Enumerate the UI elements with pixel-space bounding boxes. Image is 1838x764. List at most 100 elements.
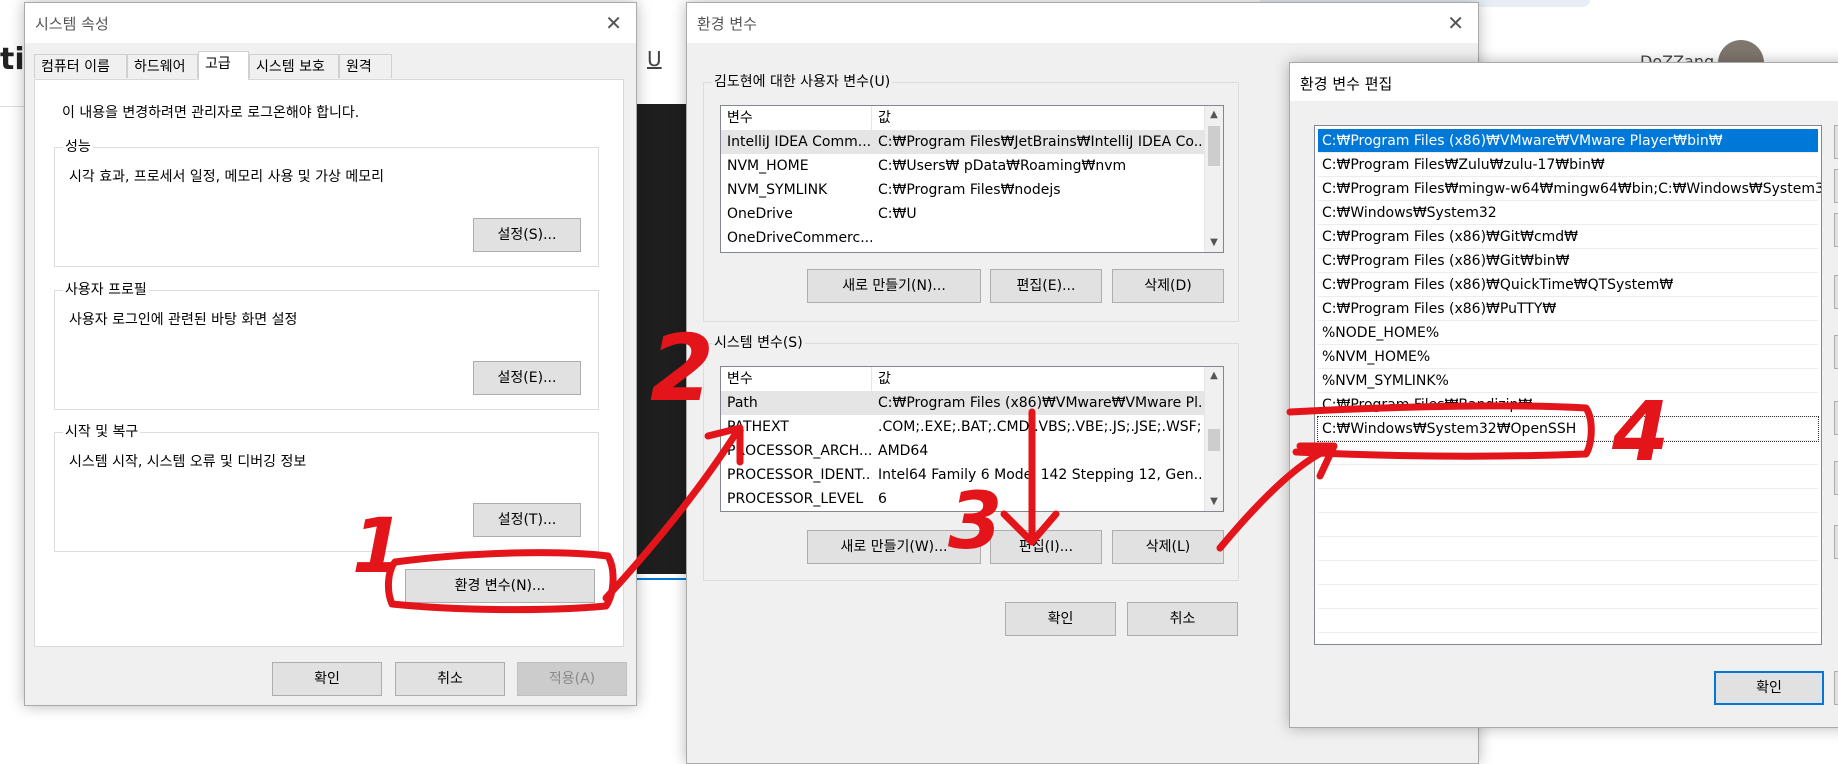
user-delete-button[interactable]: 삭제(D) — [1112, 269, 1224, 303]
tab-hardware[interactable]: 하드웨어 — [127, 54, 198, 78]
scroll-thumb[interactable] — [1208, 429, 1220, 451]
system-variables-label: 시스템 변수(S) — [712, 334, 805, 352]
variable-name: OneDrive — [727, 206, 793, 222]
scroll-up-icon[interactable]: ▲ — [1205, 367, 1223, 385]
list-item[interactable]: C:₩Program Files (x86)₩PuTTY₩ — [1318, 297, 1818, 321]
tab-panel: 이 내용을 변경하려면 관리자로 로그온해야 합니다. 성능 시각 효과, 프로… — [34, 79, 624, 647]
list-item-empty[interactable] — [1318, 513, 1818, 537]
system-variables-list[interactable]: 변수 값 Path C:₩Program Files (x86)₩VMware₩… — [720, 366, 1224, 512]
tab-system-protection[interactable]: 시스템 보호 — [249, 54, 339, 78]
environment-variables-button[interactable]: 환경 변수(N)... — [405, 569, 595, 603]
system-properties-apply-button[interactable]: 적용(A) — [517, 662, 627, 696]
list-item[interactable]: C:₩Program Files (x86)₩VMware₩VMware Pla… — [1318, 129, 1818, 153]
variable-name: PROCESSOR_LEVEL — [727, 491, 864, 507]
user-edit-button[interactable]: 편집(E)... — [990, 269, 1102, 303]
user-list-scrollbar[interactable]: ▲ ▼ — [1204, 106, 1223, 252]
list-item-empty[interactable] — [1318, 585, 1818, 609]
scroll-down-icon[interactable]: ▼ — [1205, 234, 1223, 252]
user-new-button[interactable]: 새로 만들기(N)... — [807, 269, 981, 303]
system-properties-titlebar: 시스템 속성 ✕ — [25, 3, 636, 43]
column-variable[interactable]: 변수 — [721, 367, 872, 391]
list-item-empty[interactable] — [1318, 441, 1818, 465]
list-item[interactable]: C:₩Program Files (x86)₩QuickTime₩QTSyste… — [1318, 273, 1818, 297]
user-variables-list[interactable]: 변수 값 IntelliJ IDEA Comm... C:₩Program Fi… — [720, 105, 1224, 253]
scroll-down-icon[interactable]: ▼ — [1205, 493, 1223, 511]
user-variables-group: 김도현에 대한 사용자 변수(U) 변수 값 IntelliJ IDEA Com… — [703, 73, 1239, 322]
table-row[interactable]: Path C:₩Program Files (x86)₩VMware₩VMwar… — [721, 391, 1205, 415]
user-profile-label: 사용자 프로필 — [63, 281, 149, 299]
user-profile-group: 사용자 프로필 사용자 로그인에 관련된 바탕 화면 설정 설정(E)... — [54, 281, 599, 410]
env-vars-ok-button[interactable]: 확인 — [1005, 602, 1116, 636]
table-row[interactable]: PATHEXT .COM;.EXE;.BAT;.CMD;.VBS;.VBE;.J… — [721, 415, 1205, 439]
edit-environment-variable-window: 환경 변수 편집 C:₩Program Files (x86)₩VMware₩V… — [1289, 62, 1838, 728]
variable-name: PROCESSOR_IDENT... — [727, 467, 872, 483]
system-properties-cancel-button[interactable]: 취소 — [395, 662, 505, 696]
startup-recovery-settings-button[interactable]: 설정(T)... — [473, 503, 581, 537]
side-button[interactable] — [1834, 461, 1838, 495]
scroll-up-icon[interactable]: ▲ — [1205, 106, 1223, 124]
side-button[interactable] — [1834, 125, 1838, 159]
user-variables-label: 김도현에 대한 사용자 변수(U) — [712, 73, 893, 91]
tab-remote[interactable]: 원격 — [339, 54, 392, 78]
list-item[interactable]: C:₩Windows₩System32 — [1318, 201, 1818, 225]
close-icon[interactable]: ✕ — [1447, 11, 1464, 35]
table-row[interactable]: PROCESSOR_LEVEL 6 — [721, 487, 1205, 511]
background-brand-text: ti — [0, 42, 25, 77]
side-button[interactable] — [1834, 671, 1838, 705]
scroll-thumb[interactable] — [1208, 126, 1220, 166]
system-properties-window: 시스템 속성 ✕ 컴퓨터 이름 하드웨어 고급 시스템 보호 원격 이 내용을 … — [24, 2, 637, 706]
list-item[interactable]: C:₩Program Files₩Zulu₩zulu-17₩bin₩ — [1318, 153, 1818, 177]
list-item[interactable]: C:₩Windows₩System32₩OpenSSH — [1317, 416, 1819, 442]
system-new-button[interactable]: 새로 만들기(W)... — [807, 530, 981, 564]
list-item-empty[interactable] — [1318, 609, 1818, 633]
column-variable[interactable]: 변수 — [721, 106, 872, 130]
column-value[interactable]: 값 — [872, 106, 1192, 130]
column-value[interactable]: 값 — [872, 367, 1192, 391]
variable-name: PROCESSOR_ARCH... — [727, 443, 872, 459]
underline-icon[interactable]: U — [647, 47, 662, 71]
table-row[interactable]: NVM_SYMLINK C:₩Program Files₩nodejs — [721, 178, 1205, 202]
list-item-empty[interactable] — [1318, 537, 1818, 561]
side-button[interactable] — [1834, 525, 1838, 559]
system-edit-button[interactable]: 편집(I)... — [990, 530, 1102, 564]
side-button[interactable] — [1834, 169, 1838, 203]
list-item-empty[interactable] — [1318, 465, 1818, 489]
list-item[interactable]: C:₩Program Files (x86)₩Git₩bin₩ — [1318, 249, 1818, 273]
list-item[interactable]: C:₩Program Files₩mingw-w64₩mingw64₩bin;C… — [1318, 177, 1821, 201]
startup-recovery-label: 시작 및 복구 — [63, 423, 141, 441]
startup-recovery-desc: 시스템 시작, 시스템 오류 및 디버깅 정보 — [69, 454, 307, 470]
side-button[interactable] — [1834, 275, 1838, 309]
variable-value: Intel64 Family 6 Model 142 Stepping 12, … — [878, 467, 1202, 483]
list-item[interactable]: C:₩Program Files (x86)₩Git₩cmd₩ — [1318, 225, 1818, 249]
table-row[interactable]: PROCESSOR_IDENT... Intel64 Family 6 Mode… — [721, 463, 1205, 487]
user-profile-settings-button[interactable]: 설정(E)... — [473, 361, 581, 395]
tab-advanced[interactable]: 고급 — [198, 51, 249, 80]
performance-settings-button[interactable]: 설정(S)... — [473, 218, 581, 252]
list-item-empty[interactable] — [1318, 489, 1818, 513]
side-button[interactable] — [1834, 401, 1838, 435]
list-item[interactable]: %NODE_HOME% — [1318, 321, 1818, 345]
table-row[interactable]: IntelliJ IDEA Comm... C:₩Program Files₩J… — [721, 130, 1205, 154]
background-blue-line — [636, 578, 686, 580]
variable-name: NVM_HOME — [727, 158, 809, 174]
list-item[interactable]: %NVM_SYMLINK% — [1318, 369, 1818, 393]
side-button[interactable] — [1834, 213, 1838, 247]
close-icon[interactable]: ✕ — [605, 11, 622, 35]
background-divider — [0, 106, 24, 107]
list-item-empty[interactable] — [1318, 561, 1818, 585]
side-button[interactable] — [1834, 335, 1838, 369]
path-entries-list[interactable]: C:₩Program Files (x86)₩VMware₩VMware Pla… — [1314, 125, 1822, 645]
env-vars-cancel-button[interactable]: 취소 — [1127, 602, 1238, 636]
variable-name: IntelliJ IDEA Comm... — [727, 134, 872, 150]
tab-computer-name[interactable]: 컴퓨터 이름 — [34, 54, 127, 78]
system-properties-ok-button[interactable]: 확인 — [272, 662, 382, 696]
list-item[interactable]: %NVM_HOME% — [1318, 345, 1818, 369]
edit-env-ok-button[interactable]: 확인 — [1714, 671, 1824, 705]
variable-name: Path — [727, 395, 758, 411]
list-item[interactable]: C:₩Program Files₩Bandizip₩ — [1318, 393, 1818, 417]
edit-env-title: 환경 변수 편집 — [1300, 75, 1393, 93]
system-delete-button[interactable]: 삭제(L) — [1112, 530, 1224, 564]
table-row[interactable]: NVM_HOME C:₩Users₩ pData₩Roaming₩nvm — [721, 154, 1205, 178]
table-row[interactable]: PROCESSOR_ARCH... AMD64 — [721, 439, 1205, 463]
system-list-scrollbar[interactable]: ▲ ▼ — [1204, 367, 1223, 511]
